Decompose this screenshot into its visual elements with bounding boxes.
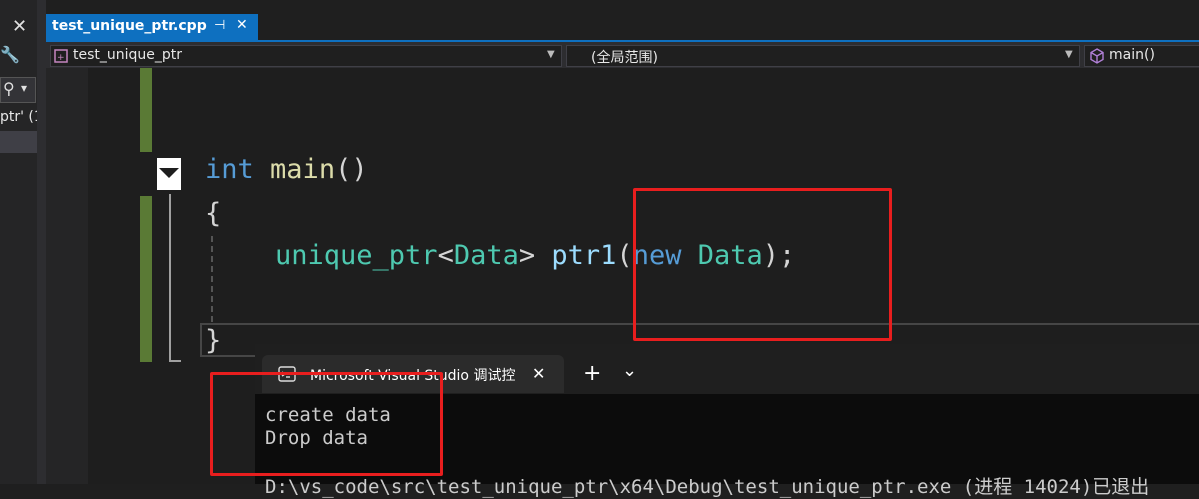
scope-label: (全局范围) (591, 50, 658, 66)
close-icon[interactable]: ✕ (236, 17, 248, 33)
fold-line (169, 194, 171, 362)
member-label: main() (1109, 47, 1155, 63)
gt: > (518, 240, 536, 271)
minus-icon (159, 168, 179, 178)
open-brace: { (205, 198, 222, 229)
new-tab-button[interactable]: + (583, 361, 601, 386)
project-dropdown[interactable]: + test_unique_ptr ▼ (50, 45, 562, 67)
wrench-icon[interactable]: 🔧 (0, 45, 20, 64)
pin-icon[interactable]: ⊣ (214, 18, 225, 33)
close-brace: } (205, 325, 222, 356)
lt: < (437, 240, 454, 271)
solution-explorer-panel: ✕ 🔧 ⚲ ▾ ptr' (1 (0, 0, 43, 484)
member-dropdown[interactable]: main() (1084, 45, 1199, 67)
indent-guide (211, 236, 213, 322)
var-ptr1: ptr1 (551, 240, 617, 271)
change-bar (140, 68, 152, 152)
chevron-down-icon[interactable]: ⌄ (622, 360, 637, 381)
highlight-box-new-data (633, 188, 892, 341)
project-icon: + (54, 49, 68, 63)
collapse-toggle[interactable] (157, 158, 181, 190)
selected-row[interactable] (0, 131, 37, 153)
change-bar (140, 196, 152, 362)
search-icon: ⚲ (3, 79, 15, 98)
chevron-down-icon[interactable]: ▾ (21, 81, 27, 95)
project-label: test_unique_ptr (73, 47, 183, 63)
chevron-down-icon[interactable]: ▼ (547, 49, 555, 60)
search-box[interactable]: ⚲ ▾ (0, 77, 36, 103)
code-line-1: int main() (205, 154, 368, 185)
highlight-box-console-output (210, 372, 443, 476)
panel-divider[interactable] (37, 0, 46, 484)
type-data: Data (453, 240, 519, 271)
tab-title: test_unique_ptr.cpp (52, 18, 207, 34)
svg-text:+: + (57, 53, 65, 63)
open-paren: ( (616, 240, 633, 271)
scope-dropdown[interactable]: (全局范围) ▼ (566, 45, 1080, 67)
func-main: main (270, 154, 336, 185)
parens: () (335, 154, 368, 185)
tab-test-unique-ptr[interactable]: test_unique_ptr.cpp ⊣ ✕ (46, 14, 258, 40)
keyword-int: int (205, 154, 254, 185)
close-icon[interactable]: ✕ (12, 16, 27, 37)
type-unique-ptr: unique_ptr (275, 240, 438, 271)
fold-line-end (169, 360, 181, 362)
close-icon[interactable]: ✕ (532, 364, 545, 383)
chevron-down-icon[interactable]: ▼ (1065, 49, 1073, 60)
cube-icon (1090, 48, 1104, 64)
console-status-line: D:\vs_code\src\test_unique_ptr\x64\Debug… (265, 476, 1150, 498)
editor-margin (46, 68, 88, 484)
